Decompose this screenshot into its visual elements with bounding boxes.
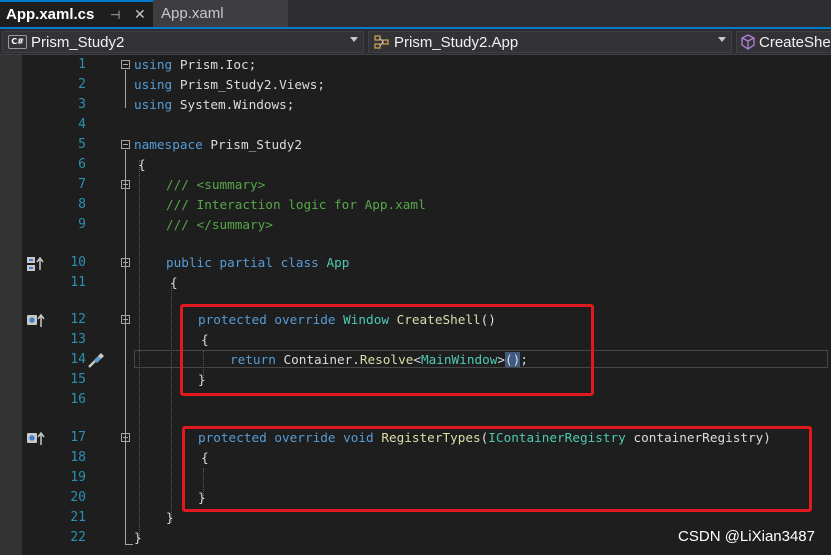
collapse-toggle[interactable] [121, 433, 130, 442]
close-icon[interactable]: ✕ [134, 6, 146, 23]
navigation-bar: C# Prism_Study2 Prism_Study2.App CreateS… [0, 29, 831, 55]
line-number: 11 [70, 275, 86, 290]
keyword: using [134, 57, 173, 72]
code-line: 8 /// Interaction logic for App.xaml [0, 195, 831, 215]
keyword: using [134, 77, 173, 92]
line-number: 19 [70, 470, 86, 485]
type-dropdown-value: Prism_Study2.App [394, 33, 519, 51]
collapse-toggle[interactable] [121, 258, 130, 267]
code-line: 10 public partial class App [0, 253, 831, 273]
code-text: namespace Prism_Study2 [134, 137, 303, 152]
tab-app-xaml[interactable]: App.xaml [153, 0, 288, 27]
override-icon[interactable] [26, 313, 46, 327]
code-text: } [166, 510, 174, 525]
line-number: 22 [70, 530, 86, 545]
override-icon[interactable] [26, 431, 46, 445]
line-number: 13 [70, 332, 86, 347]
csharp-project-icon: C# [8, 35, 27, 49]
code-editor[interactable]: 1 using Prism.Ioc; 2 using Prism_Study2.… [0, 55, 831, 555]
member-dropdown-value: CreateShe [759, 33, 831, 51]
line-number: 3 [78, 97, 86, 112]
code-text: public partial class App [166, 255, 350, 270]
line-number: 18 [70, 450, 86, 465]
comment-text: /// Interaction logic for App.xaml [166, 197, 426, 212]
tab-app-xaml-cs[interactable]: App.xaml.cs ⊣ ✕ [0, 0, 153, 27]
line-number: 17 [70, 430, 86, 445]
pin-icon[interactable]: ⊣ [110, 8, 120, 22]
code-text: } [134, 530, 142, 545]
line-number: 12 [70, 312, 86, 327]
document-tab-strip: App.xaml.cs ⊣ ✕ App.xaml [0, 0, 831, 29]
highlight-box-createshell [180, 304, 594, 396]
code-line: 2 using Prism_Study2.Views; [0, 75, 831, 95]
line-number: 8 [78, 197, 86, 212]
code-text: { [170, 275, 178, 290]
derived-class-icon[interactable] [26, 256, 46, 271]
code-line: 9 /// </summary> [0, 215, 831, 235]
project-dropdown[interactable]: C# Prism_Study2 [2, 31, 364, 53]
tab-label: App.xaml.cs [6, 6, 95, 23]
line-number: 5 [78, 137, 86, 152]
watermark: CSDN @LiXian3487 [678, 528, 815, 545]
keyword: using [134, 97, 173, 112]
line-number: 10 [70, 255, 86, 270]
line-number: 14 [70, 352, 86, 367]
class-icon [374, 35, 390, 49]
chevron-down-icon[interactable] [350, 37, 358, 42]
collapse-toggle[interactable] [121, 315, 130, 324]
collapse-toggle[interactable] [121, 140, 130, 149]
line-number: 6 [78, 157, 86, 172]
line-number: 15 [70, 372, 86, 387]
type-dropdown[interactable]: Prism_Study2.App [368, 31, 732, 53]
project-dropdown-value: Prism_Study2 [31, 33, 125, 51]
collapse-toggle[interactable] [121, 180, 130, 189]
comment-text: /// </summary> [166, 217, 273, 232]
line-number: 9 [78, 217, 86, 232]
member-dropdown[interactable]: CreateShe [736, 31, 831, 53]
comment-text: /// <summary> [166, 177, 266, 192]
line-number: 4 [78, 117, 86, 132]
highlight-box-registertypes [182, 426, 812, 512]
code-line: 7 /// <summary> [0, 175, 831, 195]
chevron-down-icon[interactable] [718, 37, 726, 42]
tab-label: App.xaml [161, 5, 224, 22]
line-number: 1 [78, 57, 86, 72]
method-cube-icon [740, 34, 756, 50]
line-number: 20 [70, 490, 86, 505]
keyword: namespace [134, 137, 203, 152]
code-line: 1 using Prism.Ioc; [0, 55, 831, 75]
code-line: 3 using System.Windows; [0, 95, 831, 115]
collapse-toggle[interactable] [121, 60, 130, 69]
code-text: using Prism_Study2.Views; [134, 77, 325, 92]
code-line: 11 { [0, 273, 831, 293]
code-line: 6 { [0, 155, 831, 175]
code-text: { [138, 157, 146, 172]
code-line: 4 [0, 115, 831, 135]
line-number: 21 [70, 510, 86, 525]
code-text: using Prism.Ioc; [134, 57, 257, 72]
line-number: 7 [78, 177, 86, 192]
code-line: 5 namespace Prism_Study2 [0, 135, 831, 155]
code-text: using System.Windows; [134, 97, 295, 112]
line-number: 2 [78, 77, 86, 92]
line-number: 16 [70, 392, 86, 407]
